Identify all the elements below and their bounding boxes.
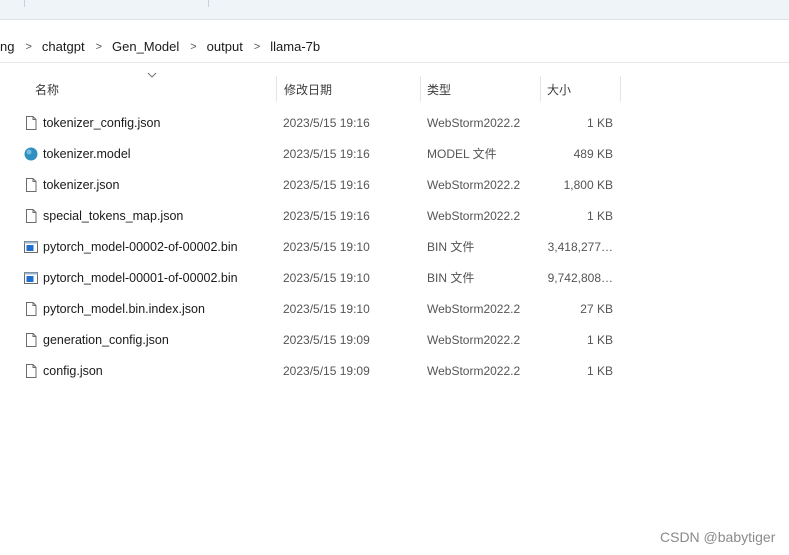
- file-name: tokenizer_config.json: [43, 115, 161, 130]
- column-header-type[interactable]: 类型: [427, 76, 537, 102]
- file-size: 489 KB: [573, 146, 613, 161]
- file-size: 3,418,277…: [547, 239, 613, 254]
- column-header-date[interactable]: 修改日期: [284, 76, 418, 102]
- file-type: BIN 文件: [427, 271, 475, 285]
- file-name-cell[interactable]: special_tokens_map.json: [23, 200, 183, 231]
- chevron-right-icon[interactable]: >: [16, 41, 39, 53]
- file-name: tokenizer.json: [43, 177, 120, 192]
- file-size: 1 KB: [586, 363, 613, 378]
- file-name: special_tokens_map.json: [43, 208, 184, 223]
- file-date: 2023/5/15 19:10: [283, 301, 370, 316]
- chevron-right-icon[interactable]: >: [245, 41, 268, 53]
- file-date: 2023/5/15 19:09: [283, 332, 370, 347]
- bin-file-icon: [23, 239, 39, 255]
- json-file-icon: [23, 208, 39, 224]
- file-date: 2023/5/15 19:09: [283, 363, 370, 378]
- column-divider[interactable]: [276, 76, 277, 102]
- chevron-right-icon[interactable]: >: [87, 41, 110, 53]
- file-size: 9,742,808…: [547, 270, 613, 285]
- bin-file-icon: [23, 270, 39, 286]
- json-file-icon: [23, 301, 39, 317]
- file-date: 2023/5/15 19:16: [283, 208, 370, 223]
- file-type: WebStorm2022.2: [427, 332, 521, 347]
- tab-strip: [0, 0, 789, 20]
- file-date: 2023/5/15 19:16: [283, 146, 370, 161]
- file-row[interactable]: tokenizer_config.json 2023/5/15 19:16 WebS…: [0, 107, 640, 138]
- file-row[interactable]: special_tokens_map.json 2023/5/15 19:16 We…: [0, 200, 640, 231]
- column-divider[interactable]: [420, 76, 421, 102]
- breadcrumb: ng > chatgpt > Gen_Model > output > llam…: [0, 31, 789, 63]
- breadcrumb-item[interactable]: chatgpt: [40, 39, 87, 54]
- file-name-cell[interactable]: pytorch_model-00002-of-00002.bin: [23, 231, 238, 262]
- file-size: 1,800 KB: [563, 177, 613, 192]
- file-name-cell[interactable]: pytorch_model.bin.index.json: [23, 293, 205, 324]
- file-name: pytorch_model.bin.index.json: [43, 301, 205, 316]
- file-type: WebStorm2022.2: [427, 115, 521, 130]
- json-file-icon: [23, 177, 39, 193]
- file-row[interactable]: tokenizer.json 2023/5/15 19:16 WebStorm202…: [0, 169, 640, 200]
- breadcrumb-item[interactable]: llama-7b: [268, 39, 322, 54]
- file-type: WebStorm2022.2: [427, 177, 521, 192]
- file-date: 2023/5/15 19:16: [283, 115, 370, 130]
- file-name-cell[interactable]: config.json: [23, 355, 103, 386]
- chevron-right-icon[interactable]: >: [181, 41, 204, 53]
- model-file-icon: [23, 146, 39, 162]
- file-type: WebStorm2022.2: [427, 301, 521, 316]
- file-type: MODEL 文件: [427, 147, 497, 161]
- file-size: 1 KB: [586, 115, 613, 130]
- file-date: 2023/5/15 19:16: [283, 177, 370, 192]
- file-name: generation_config.json: [43, 332, 169, 347]
- file-size: 27 KB: [580, 301, 613, 316]
- column-header-size[interactable]: 大小: [547, 76, 617, 102]
- file-row[interactable]: pytorch_model.bin.index.json 2023/5/15 19…: [0, 293, 640, 324]
- file-name-cell[interactable]: generation_config.json: [23, 324, 169, 355]
- file-name: tokenizer.model: [43, 146, 131, 161]
- json-file-icon: [23, 332, 39, 348]
- file-name: config.json: [43, 363, 103, 378]
- file-row[interactable]: generation_config.json 2023/5/15 19:09 Web…: [0, 324, 640, 355]
- file-date: 2023/5/15 19:10: [283, 270, 370, 285]
- json-file-icon: [23, 115, 39, 131]
- column-divider[interactable]: [620, 76, 621, 102]
- file-name-cell[interactable]: tokenizer.json: [23, 169, 119, 200]
- column-header-name[interactable]: 名称: [35, 76, 275, 102]
- file-type: BIN 文件: [427, 240, 475, 254]
- file-row[interactable]: tokenizer.model 2023/5/15 19:16 MODEL 文件 48…: [0, 138, 640, 169]
- json-file-icon: [23, 363, 39, 379]
- file-type: WebStorm2022.2: [427, 363, 521, 378]
- file-size: 1 KB: [586, 332, 613, 347]
- column-divider[interactable]: [540, 76, 541, 102]
- file-name: pytorch_model-00002-of-00002.bin: [43, 239, 238, 254]
- file-size: 1 KB: [586, 208, 613, 223]
- tab-divider: [208, 0, 209, 7]
- file-name-cell[interactable]: tokenizer.model: [23, 138, 131, 169]
- file-row[interactable]: config.json 2023/5/15 19:09 WebStorm2022.2…: [0, 355, 640, 386]
- file-name-cell[interactable]: tokenizer_config.json: [23, 107, 160, 138]
- breadcrumb-item[interactable]: Gen_Model: [110, 39, 181, 54]
- watermark: CSDN @babytiger: [660, 529, 776, 545]
- file-name-cell[interactable]: pytorch_model-00001-of-00002.bin: [23, 262, 238, 293]
- file-row[interactable]: pytorch_model-00002-of-00002.bin 2023/5/1…: [0, 231, 640, 262]
- breadcrumb-item[interactable]: ng: [0, 39, 16, 54]
- file-date: 2023/5/15 19:10: [283, 239, 370, 254]
- file-type: WebStorm2022.2: [427, 208, 521, 223]
- file-name: pytorch_model-00001-of-00002.bin: [43, 270, 238, 285]
- tab-divider: [24, 0, 25, 7]
- breadcrumb-item[interactable]: output: [205, 39, 245, 54]
- file-row[interactable]: pytorch_model-00001-of-00002.bin 2023/5/1…: [0, 262, 640, 293]
